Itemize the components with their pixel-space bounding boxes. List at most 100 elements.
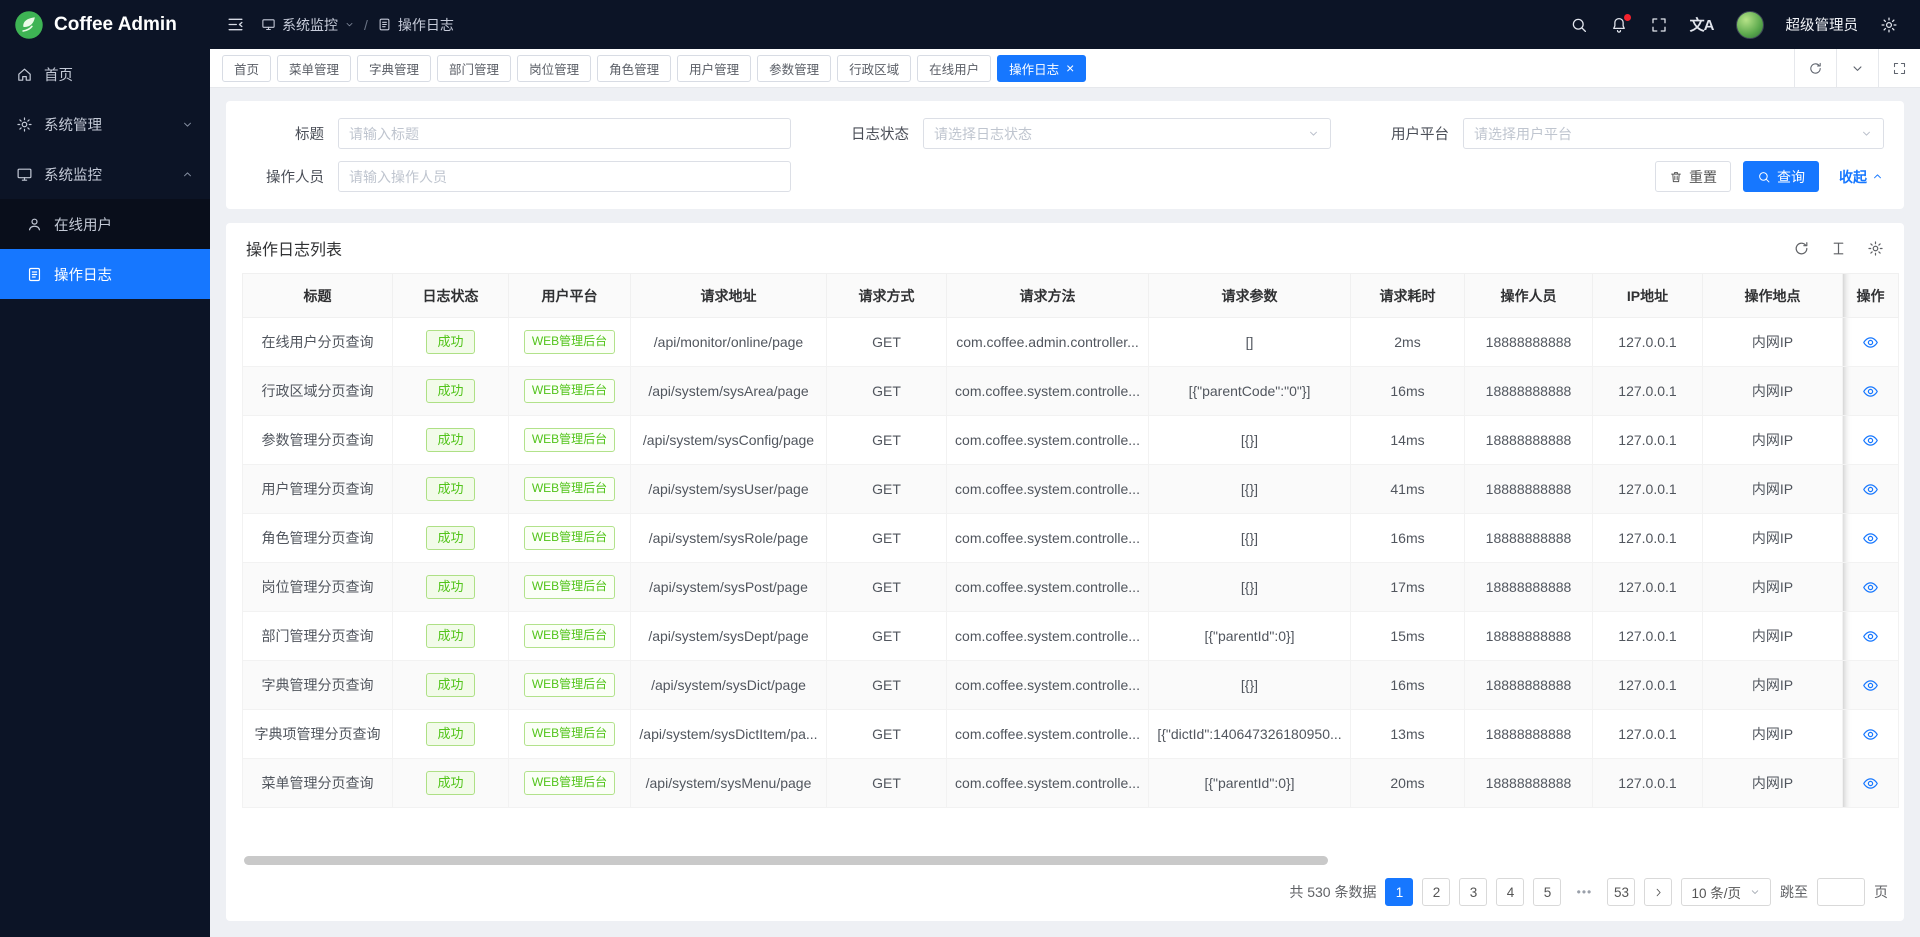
view-detail-icon[interactable] [1862, 432, 1879, 449]
tab-close-icon[interactable]: × [1066, 61, 1074, 75]
refresh-tab-button[interactable] [1794, 49, 1836, 87]
platform-label: 用户平台 [1371, 123, 1463, 144]
cell-platform: WEB管理后台 [509, 465, 631, 514]
view-detail-icon[interactable] [1862, 628, 1879, 645]
tab-item[interactable]: 字典管理 [357, 55, 431, 82]
scrollbar-thumb[interactable] [244, 856, 1328, 865]
reset-button[interactable]: 重置 [1655, 161, 1731, 192]
refresh-table-icon[interactable] [1793, 240, 1810, 257]
settings-icon[interactable] [1880, 16, 1898, 34]
table-row: 用户管理分页查询成功WEB管理后台/api/system/sysUser/pag… [243, 465, 1899, 514]
translate-icon[interactable]: 文A [1690, 14, 1714, 35]
user-avatar[interactable] [1736, 11, 1764, 39]
page-ellipsis[interactable]: ••• [1570, 878, 1598, 906]
collapse-filters-link[interactable]: 收起 [1839, 167, 1884, 187]
density-icon[interactable] [1830, 240, 1847, 257]
view-detail-icon[interactable] [1862, 481, 1879, 498]
platform-select[interactable]: 请选择用户平台 [1463, 118, 1884, 149]
page-size-select[interactable]: 10 条/页 [1681, 878, 1771, 906]
column-header: IP地址 [1593, 274, 1703, 318]
cell-location: 内网IP [1703, 318, 1843, 367]
page-button[interactable]: 5 [1533, 878, 1561, 906]
username[interactable]: 超级管理员 [1786, 14, 1859, 35]
cell-title: 行政区域分页查询 [243, 367, 393, 416]
page-button[interactable]: 3 [1459, 878, 1487, 906]
filter-field-status: 日志状态 请选择日志状态 [831, 118, 1331, 149]
platform-badge: WEB管理后台 [524, 673, 615, 697]
horizontal-scrollbar[interactable] [244, 856, 1886, 865]
view-detail-icon[interactable] [1862, 677, 1879, 694]
cell-request-method: GET [827, 465, 947, 514]
column-settings-icon[interactable] [1867, 240, 1884, 257]
view-detail-icon[interactable] [1862, 334, 1879, 351]
view-detail-icon[interactable] [1862, 579, 1879, 596]
cell-request-method: GET [827, 759, 947, 808]
sidebar-item-online-users[interactable]: 在线用户 [0, 199, 210, 249]
app-logo: Coffee Admin [0, 0, 210, 49]
cell-request-method: GET [827, 416, 947, 465]
tab-item[interactable]: 用户管理 [677, 55, 751, 82]
cell-request-method: GET [827, 514, 947, 563]
view-detail-icon[interactable] [1862, 383, 1879, 400]
next-page-button[interactable] [1644, 878, 1672, 906]
view-detail-icon[interactable] [1862, 726, 1879, 743]
tab-item[interactable]: 菜单管理 [277, 55, 351, 82]
breadcrumb-item-operation-log[interactable]: 操作日志 [377, 15, 454, 35]
cell-request-url: /api/system/sysArea/page [631, 367, 827, 416]
tab-item[interactable]: 部门管理 [437, 55, 511, 82]
tab-label: 字典管理 [369, 59, 419, 78]
operator-input[interactable] [338, 161, 791, 192]
column-header: 日志状态 [393, 274, 509, 318]
page-button[interactable]: 53 [1607, 878, 1635, 906]
collapse-sidebar-icon[interactable] [226, 15, 245, 34]
status-select[interactable]: 请选择日志状态 [923, 118, 1331, 149]
cell-ip-address: 127.0.0.1 [1593, 563, 1703, 612]
breadcrumb-item-monitor[interactable]: 系统监控 [261, 15, 355, 35]
page-button[interactable]: 2 [1422, 878, 1450, 906]
notifications-button[interactable] [1610, 16, 1628, 34]
sidebar-item-system-monitor[interactable]: 系统监控 [0, 149, 210, 199]
tab-item[interactable]: 参数管理 [757, 55, 831, 82]
cell-platform: WEB管理后台 [509, 759, 631, 808]
cell-request-params: [{"parentCode":"0"}] [1149, 367, 1351, 416]
sidebar-item-label: 系统管理 [44, 114, 102, 135]
page-button[interactable]: 1 [1385, 878, 1413, 906]
tab-item[interactable]: 岗位管理 [517, 55, 591, 82]
sidebar-item-home[interactable]: 首页 [0, 49, 210, 99]
search-button[interactable]: 查询 [1743, 161, 1819, 192]
page-button[interactable]: 4 [1496, 878, 1524, 906]
chevron-up-icon [1871, 170, 1884, 183]
sidebar-item-operation-log[interactable]: 操作日志 [0, 249, 210, 299]
tab-label: 在线用户 [929, 59, 979, 78]
table-toolbar: 操作日志列表 [242, 223, 1888, 273]
total-count: 共 530 条数据 [1289, 882, 1376, 902]
view-detail-icon[interactable] [1862, 775, 1879, 792]
cell-operator: 18888888888 [1465, 710, 1593, 759]
search-icon[interactable] [1570, 16, 1588, 34]
cell-request-duration: 16ms [1351, 514, 1465, 563]
jump-page-input[interactable] [1817, 878, 1865, 906]
sidebar-item-label: 首页 [44, 64, 73, 85]
tab-item[interactable]: 角色管理 [597, 55, 671, 82]
tab-item[interactable]: 首页 [222, 55, 271, 82]
search-icon [1757, 170, 1771, 184]
cell-request-url: /api/system/sysPost/page [631, 563, 827, 612]
cell-actions [1843, 661, 1899, 710]
tab-item[interactable]: 操作日志× [997, 55, 1086, 82]
fullscreen-icon[interactable] [1650, 16, 1668, 34]
cell-request-duration: 20ms [1351, 759, 1465, 808]
tab-item[interactable]: 在线用户 [917, 55, 991, 82]
content-fullscreen-button[interactable] [1878, 49, 1920, 87]
chevron-right-icon [1652, 886, 1665, 899]
tab-item[interactable]: 行政区域 [837, 55, 911, 82]
sidebar-item-label: 在线用户 [54, 214, 112, 235]
operation-log-icon [377, 17, 392, 32]
cell-operator: 18888888888 [1465, 563, 1593, 612]
tab-options-button[interactable] [1836, 49, 1878, 87]
view-detail-icon[interactable] [1862, 530, 1879, 547]
column-header: 请求方法 [947, 274, 1149, 318]
title-input[interactable] [338, 118, 791, 149]
online-user-icon [26, 216, 43, 233]
cell-request-url: /api/system/sysDictItem/pa... [631, 710, 827, 759]
sidebar-item-system-management[interactable]: 系统管理 [0, 99, 210, 149]
